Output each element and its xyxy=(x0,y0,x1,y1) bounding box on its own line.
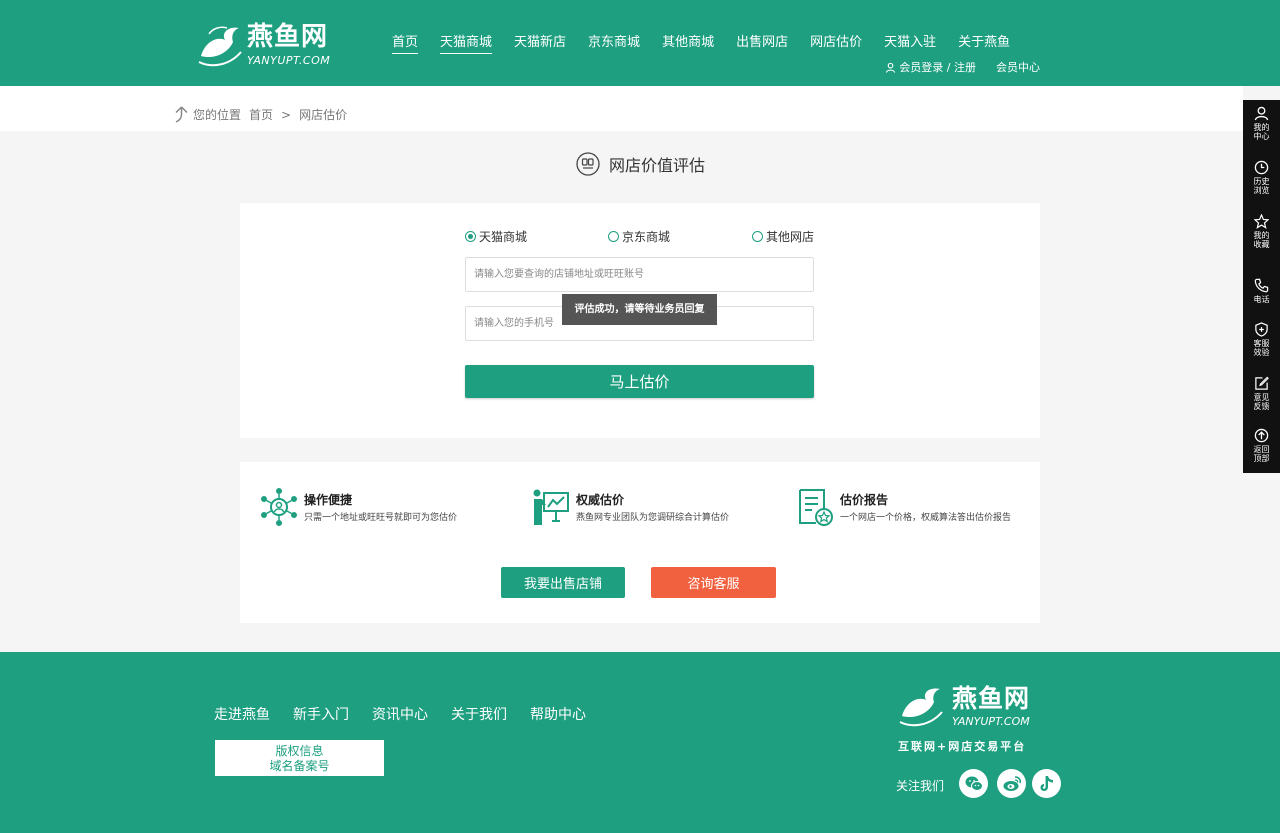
radio-jd[interactable]: 京东商城 xyxy=(608,228,670,245)
breadcrumb-label: 您的位置 xyxy=(193,108,242,122)
edit-icon xyxy=(1255,376,1269,390)
sidebar-label: 我的中心 xyxy=(1253,123,1270,141)
nav-jd-mall[interactable]: 京东商城 xyxy=(588,34,640,54)
nav-other-mall[interactable]: 其他商城 xyxy=(662,34,714,54)
member-center-link[interactable]: 会员中心 xyxy=(996,59,1040,75)
radio-other-label: 其他网店 xyxy=(766,230,815,244)
feature-desc: 一个网店一个价格，权威算法答出估价报告 xyxy=(840,513,1012,523)
logo-domain: YANYUPT.COM xyxy=(247,54,331,67)
feature-title: 估价报告 xyxy=(840,493,889,507)
sidebar-label: 历史浏览 xyxy=(1253,177,1270,195)
breadcrumb-current: 网店估价 xyxy=(299,108,348,122)
member-links: 会员登录 / 注册 会员中心 xyxy=(885,59,1040,75)
sidebar-feedback[interactable]: 意见反馈 xyxy=(1243,370,1280,422)
shop-address-input[interactable] xyxy=(465,257,814,292)
footer-link-help[interactable]: 帮助中心 xyxy=(530,704,586,724)
sidebar-label: 客服效验 xyxy=(1253,339,1270,357)
platform-radio-group: 天猫商城 京东商城 其他网店 xyxy=(465,228,814,246)
sidebar-my-center[interactable]: 我的中心 xyxy=(1243,100,1280,152)
phone-icon xyxy=(1254,278,1269,293)
radio-tmall[interactable]: 天猫商城 xyxy=(465,228,527,245)
feature-desc: 只需一个地址或旺旺号就即可为您估价 xyxy=(304,513,458,523)
footer-links: 走进燕鱼 新手入门 资讯中心 关于我们 帮助中心 xyxy=(214,704,609,724)
radio-dot[interactable] xyxy=(608,231,619,242)
arrow-up-icon xyxy=(1254,428,1269,443)
feature-title: 操作便捷 xyxy=(304,493,353,507)
network-icon xyxy=(261,488,297,526)
main-nav: 首页 天猫商城 天猫新店 京东商城 其他商城 出售网店 网店估价 天猫入驻 关于… xyxy=(392,34,1032,54)
sidebar-favorites[interactable]: 我的收藏 xyxy=(1243,208,1280,260)
feature-desc: 燕鱼网专业团队为您调研综合计算估价 xyxy=(576,513,730,523)
footer-logo: 燕鱼网 YANYUPT.COM 互联网+网店交易平台 xyxy=(896,684,1066,754)
radio-dot[interactable] xyxy=(752,231,763,242)
clock-icon xyxy=(1254,160,1269,175)
footer-link-intro[interactable]: 走进燕鱼 xyxy=(214,704,270,724)
sidebar-label: 返回顶部 xyxy=(1253,445,1270,463)
swallow-logo-icon xyxy=(899,688,943,727)
user-icon xyxy=(886,62,896,73)
breadcrumb: 您的位置 首页 > 网店估价 xyxy=(174,106,355,123)
weibo-icon[interactable] xyxy=(997,769,1026,798)
consult-service-button[interactable]: 咨询客服 xyxy=(651,567,776,598)
location-arrow-icon xyxy=(175,106,188,123)
sidebar-label: 电话 xyxy=(1253,295,1270,304)
shield-icon xyxy=(1255,322,1268,337)
star-icon xyxy=(1254,214,1269,229)
sidebar-history[interactable]: 历史浏览 xyxy=(1243,154,1280,206)
estimate-button[interactable]: 马上估价 xyxy=(465,365,814,398)
sidebar-label: 我的收藏 xyxy=(1253,231,1270,249)
radio-dot-selected[interactable] xyxy=(465,231,476,242)
tiktok-icon[interactable] xyxy=(1032,769,1061,798)
nav-about[interactable]: 关于燕鱼 xyxy=(958,34,1010,54)
nav-tmall-new[interactable]: 天猫新店 xyxy=(514,34,566,54)
nav-shop-valuation[interactable]: 网店估价 xyxy=(810,34,862,54)
login-register-link[interactable]: 会员登录 / 注册 xyxy=(899,59,976,75)
nav-home[interactable]: 首页 xyxy=(392,34,419,54)
report-icon xyxy=(799,489,833,526)
feature-title: 权威估价 xyxy=(576,493,625,507)
page-title: 网店价值评估 xyxy=(576,152,705,176)
breadcrumb-home[interactable]: 首页 xyxy=(249,106,273,123)
valuation-icon xyxy=(576,152,600,176)
nav-tmall-mall[interactable]: 天猫商城 xyxy=(440,34,493,54)
feature-easy: 操作便捷 只需一个地址或旺旺号就即可为您估价 xyxy=(260,487,457,527)
sidebar-label: 意见反馈 xyxy=(1253,393,1270,411)
feature-authority: 权威估价 燕鱼网专业团队为您调研综合计算估价 xyxy=(532,487,729,527)
breadcrumb-separator: > xyxy=(281,107,292,122)
sidebar-service-verify[interactable]: 客服效验 xyxy=(1243,316,1280,368)
site-header: 燕鱼网 YANYUPT.COM 首页 天猫商城 天猫新店 京东商城 其他商城 出… xyxy=(0,0,1280,86)
copyright-text[interactable]: 版权信息 xyxy=(215,744,384,759)
footer-logo-text: 燕鱼网 xyxy=(952,684,1031,713)
nav-sell-shop[interactable]: 出售网店 xyxy=(736,34,788,54)
sell-shop-button[interactable]: 我要出售店铺 xyxy=(501,567,625,598)
sidebar-back-to-top[interactable]: 返回顶部 xyxy=(1243,422,1280,474)
radio-other[interactable]: 其他网店 xyxy=(752,228,814,245)
user-icon xyxy=(1254,106,1269,121)
wechat-icon[interactable] xyxy=(959,769,988,798)
swallow-logo-icon xyxy=(198,26,242,67)
nav-tmall-settle[interactable]: 天猫入驻 xyxy=(884,34,936,54)
footer-logo-domain: YANYUPT.COM xyxy=(952,715,1030,728)
feature-report: 估价报告 一个网店一个价格，权威算法答出估价报告 xyxy=(796,487,1011,527)
right-sidebar: 我的中心 历史浏览 我的收藏 电话 客服效验 意见反馈 返回顶部 xyxy=(1243,100,1280,473)
icp-text[interactable]: 域名备案号 xyxy=(215,759,384,774)
page-title-text: 网店价值评估 xyxy=(609,156,706,175)
footer-link-beginner[interactable]: 新手入门 xyxy=(293,704,349,724)
footer-link-news[interactable]: 资讯中心 xyxy=(372,704,428,724)
copyright-box: 版权信息 域名备案号 xyxy=(214,739,385,777)
footer-link-about[interactable]: 关于我们 xyxy=(451,704,507,724)
radio-jd-label: 京东商城 xyxy=(622,230,671,244)
presenter-chart-icon xyxy=(533,489,569,525)
site-footer xyxy=(0,652,1280,833)
success-toast: 评估成功，请等待业务员回复 xyxy=(562,294,717,325)
site-logo[interactable]: 燕鱼网 YANYUPT.COM xyxy=(195,22,355,68)
follow-us-label: 关注我们 xyxy=(896,779,945,793)
radio-tmall-label: 天猫商城 xyxy=(479,230,528,244)
footer-slogan: 互联网+网店交易平台 xyxy=(898,740,1027,753)
logo-text: 燕鱼网 xyxy=(247,22,329,52)
